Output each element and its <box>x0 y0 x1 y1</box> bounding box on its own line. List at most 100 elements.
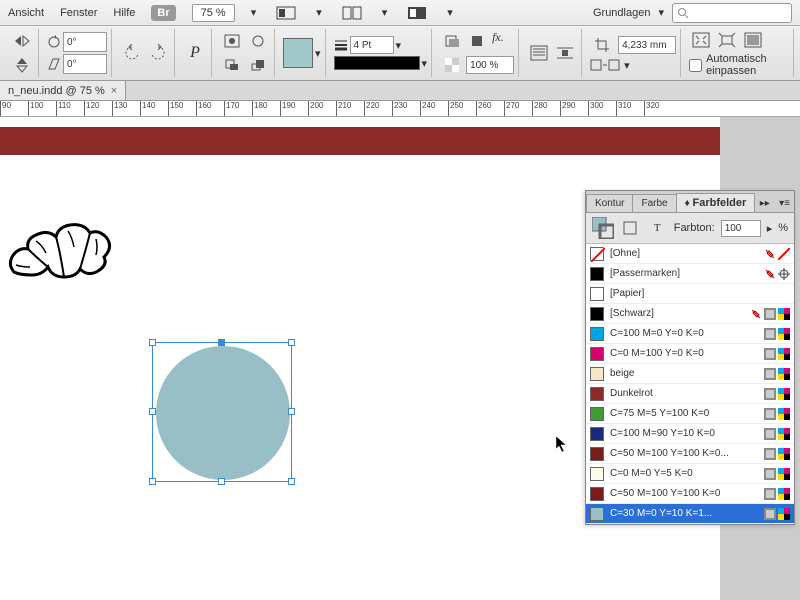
select-content-icon[interactable] <box>246 30 270 52</box>
resize-handle[interactable] <box>288 339 295 346</box>
dropdown-icon[interactable]: ▾ <box>315 47 321 60</box>
arrange-icon[interactable] <box>338 2 366 24</box>
select-next-icon[interactable] <box>246 54 270 76</box>
collapse-icon[interactable]: ▸▸ <box>756 195 774 212</box>
ruler-tick: 200 <box>308 101 336 117</box>
screen-mode-icon[interactable] <box>272 2 300 24</box>
formatting-text-icon[interactable]: T <box>647 217 668 239</box>
tab-swatches[interactable]: ♦ Farbfelder <box>676 193 756 212</box>
menu-help[interactable]: Hilfe <box>113 7 135 19</box>
shear-input[interactable]: 0° <box>63 54 107 74</box>
resize-handle[interactable] <box>288 478 295 485</box>
tab-stroke[interactable]: Kontur <box>586 194 633 212</box>
dropdown-icon[interactable]: ▾ <box>316 6 322 19</box>
text-wrap-bbox-icon[interactable] <box>553 42 577 64</box>
tint-slider-icon[interactable]: ▸ <box>767 222 773 235</box>
autofit-checkbox[interactable]: Automatisch einpassen <box>689 53 789 77</box>
tab-color[interactable]: Farbe <box>632 194 676 212</box>
swatch-item[interactable]: [Schwarz] <box>586 304 794 324</box>
swatch-chip <box>590 507 604 521</box>
rotate-cw-icon[interactable] <box>146 42 170 64</box>
resize-handle[interactable] <box>288 408 295 415</box>
tint-input[interactable] <box>721 220 761 237</box>
stroke-weight-input[interactable]: 4 Pt <box>350 36 394 54</box>
resize-handle[interactable] <box>218 478 225 485</box>
ruler-tick: 100 <box>28 101 56 117</box>
rotate-icon <box>47 35 61 49</box>
swatch-item[interactable]: [Passermarken] <box>586 264 794 284</box>
dropdown-icon[interactable]: ▾ <box>624 59 630 72</box>
tint-controls: T Farbton: ▸ % <box>586 213 794 244</box>
ruler-tick: 240 <box>420 101 448 117</box>
swatch-item[interactable]: Dunkelrot <box>586 384 794 404</box>
ruler-tick: 320 <box>644 101 672 117</box>
type-on-path-icon[interactable]: P <box>183 42 207 64</box>
resize-handle[interactable] <box>149 339 156 346</box>
swatch-item[interactable]: C=0 M=0 Y=5 K=0 <box>586 464 794 484</box>
document-tabs: n_neu.indd @ 75 % × <box>0 81 800 101</box>
zoom-level[interactable]: 75 % <box>192 4 235 22</box>
close-tab-icon[interactable]: × <box>111 85 117 97</box>
search-input[interactable] <box>672 3 792 23</box>
selection-bounding-box[interactable] <box>152 342 292 482</box>
swatch-item[interactable]: C=50 M=100 Y=100 K=0 <box>586 484 794 504</box>
red-rectangle[interactable] <box>0 127 720 155</box>
menu-window[interactable]: Fenster <box>60 7 97 19</box>
dropdown-icon[interactable]: ▾ <box>658 6 664 19</box>
swatch-item[interactable]: [Ohne] <box>586 244 794 264</box>
swatch-item[interactable]: [Papier] <box>586 284 794 304</box>
tint-unit: % <box>778 222 788 234</box>
text-wrap-none-icon[interactable] <box>527 42 551 64</box>
swatch-item[interactable]: C=50 M=100 Y=100 K=0... <box>586 444 794 464</box>
resize-handle[interactable] <box>149 478 156 485</box>
opacity-input[interactable]: 100 % <box>466 56 514 74</box>
swatch-item[interactable]: C=100 M=0 Y=0 K=0 <box>586 324 794 344</box>
workspace-switcher[interactable]: Grundlagen <box>593 7 651 19</box>
resize-handle[interactable] <box>218 339 225 346</box>
horizontal-ruler[interactable]: 9010011012013014015016017018019020021022… <box>0 101 800 117</box>
swatch-list[interactable]: [Ohne][Passermarken][Papier][Schwarz]C=1… <box>586 244 794 524</box>
swatch-item[interactable]: C=30 M=0 Y=10 K=1... <box>586 504 794 524</box>
fx-icon[interactable]: fx. <box>492 30 504 52</box>
swatch-item[interactable]: beige <box>586 364 794 384</box>
fill-stroke-proxy[interactable] <box>592 217 614 239</box>
fit-content-icon[interactable] <box>689 29 713 51</box>
fill-swatch[interactable] <box>283 38 313 68</box>
ruler-tick: 90 <box>0 101 28 117</box>
swatch-item[interactable]: C=0 M=100 Y=0 K=0 <box>586 344 794 364</box>
stroke-style[interactable] <box>334 56 420 70</box>
dropdown-icon[interactable]: ▾ <box>447 6 453 19</box>
swatch-name: C=0 M=0 Y=5 K=0 <box>610 468 758 479</box>
fill-frame-icon[interactable] <box>741 29 765 51</box>
rotate-ccw-icon[interactable] <box>120 42 144 64</box>
dimension-input[interactable]: 4,233 mm <box>618 36 676 54</box>
select-prev-icon[interactable] <box>220 54 244 76</box>
crop-icon[interactable] <box>590 34 614 56</box>
drop-shadow-icon[interactable] <box>466 30 490 52</box>
ruler-tick: 230 <box>392 101 420 117</box>
bridge-button[interactable]: Br <box>151 5 175 21</box>
dropdown-icon[interactable]: ▾ <box>251 6 257 19</box>
fit-frame-icon[interactable] <box>715 29 739 51</box>
dropdown-icon[interactable]: ▾ <box>422 57 428 70</box>
swatch-item[interactable]: C=100 M=90 Y=10 K=0 <box>586 424 794 444</box>
croissant-graphic[interactable] <box>6 217 116 287</box>
flip-h-icon[interactable] <box>10 30 34 52</box>
effects-icon[interactable] <box>440 30 464 52</box>
panel-menu-icon[interactable]: ▾≡ <box>775 195 794 212</box>
flip-v-icon[interactable] <box>10 54 34 76</box>
swatch-type-icons <box>764 408 790 420</box>
select-container-icon[interactable] <box>220 30 244 52</box>
document-tab[interactable]: n_neu.indd @ 75 % × <box>0 81 126 100</box>
resize-handle[interactable] <box>149 408 156 415</box>
menu-view[interactable]: Ansicht <box>8 7 44 19</box>
swatch-chip <box>590 447 604 461</box>
view-options-icon[interactable] <box>403 2 431 24</box>
swatch-item[interactable]: C=75 M=5 Y=100 K=0 <box>586 404 794 424</box>
dropdown-icon[interactable]: ▾ <box>382 6 388 19</box>
ruler-tick: 110 <box>56 101 84 117</box>
formatting-container-icon[interactable] <box>620 217 641 239</box>
rotation-input[interactable]: 0° <box>63 32 107 52</box>
ellipse-object[interactable] <box>156 346 290 480</box>
dropdown-icon[interactable]: ▾ <box>396 39 402 52</box>
